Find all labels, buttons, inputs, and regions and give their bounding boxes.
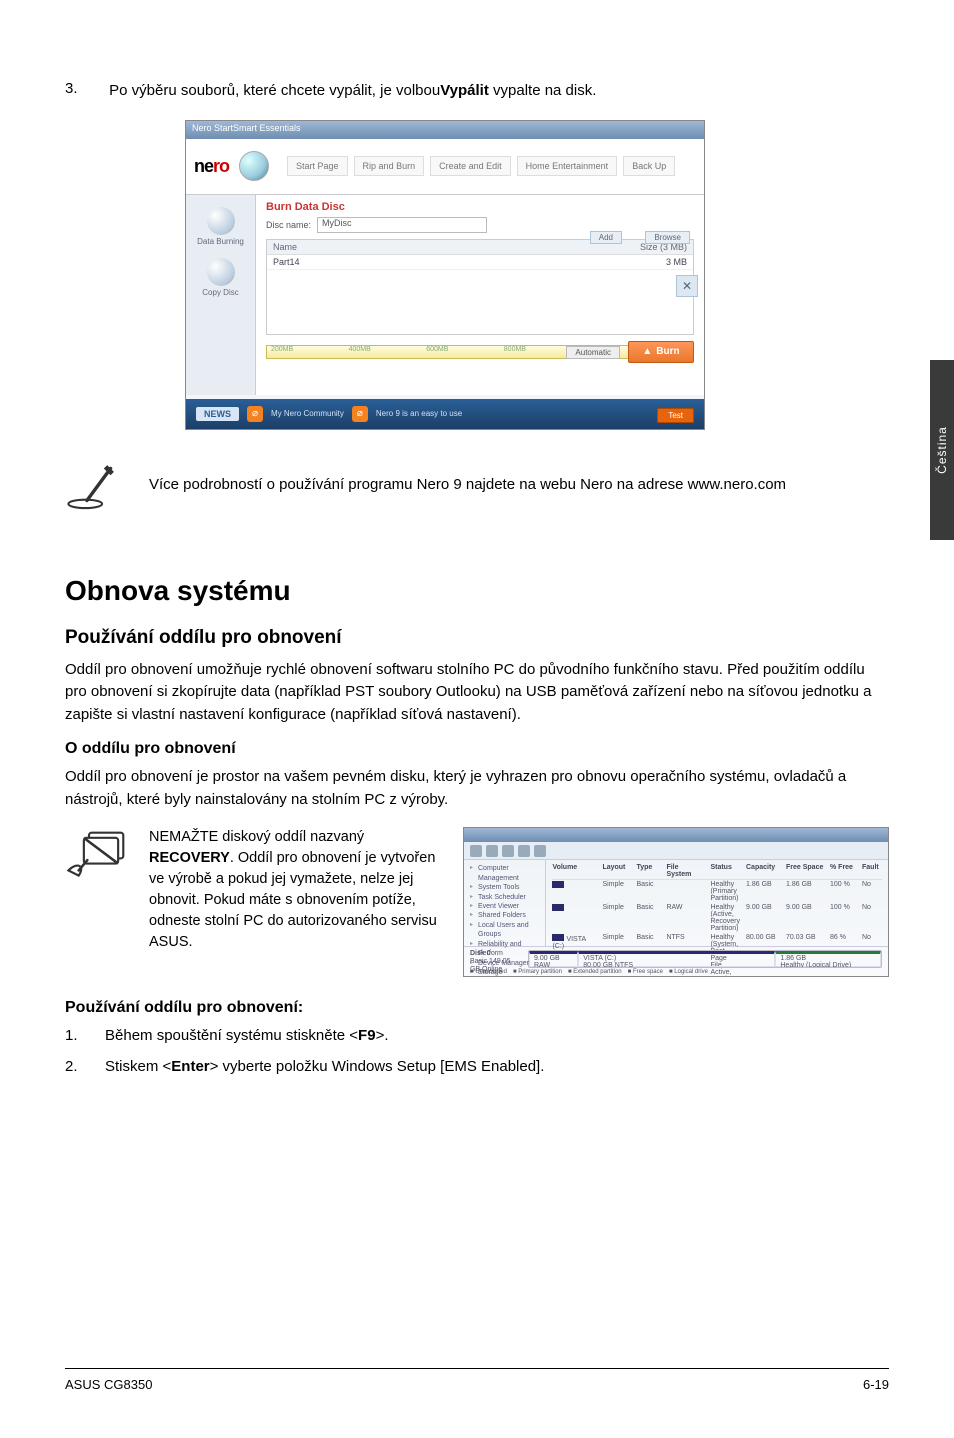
toolbar-icon xyxy=(470,845,482,857)
tree-item[interactable]: Task Scheduler xyxy=(470,893,539,902)
no-delete-icon xyxy=(65,827,125,888)
nero-logo: nero xyxy=(194,156,229,177)
warning-text: NEMAŽTE diskový oddíl nazvaný RECOVERY. … xyxy=(149,827,439,953)
nero-tab-backup[interactable]: Back Up xyxy=(623,156,675,176)
tree-item[interactable]: Shared Folders xyxy=(470,911,539,920)
toolbar-icon xyxy=(518,845,530,857)
step-3: 3. Po výběru souborů, které chcete vypál… xyxy=(65,80,889,102)
globe-icon xyxy=(239,151,269,181)
disk-management-screenshot: Computer Management System Tools Task Sc… xyxy=(463,827,889,977)
sidebar-item-data-burning[interactable]: Data Burning xyxy=(186,201,255,252)
disc-name-label: Disc name: xyxy=(266,220,311,230)
file-list[interactable]: NameSize (3 MB) Part143 MB xyxy=(266,239,694,335)
partition-segment[interactable]: VISTA (C:)80.00 GB NTFSHealthy (System, … xyxy=(578,951,775,967)
heading-pouzivani-oddilu-steps: Používání oddílu pro obnovení: xyxy=(65,999,889,1017)
nero-main-panel: ✕ Burn Data Disc Disc name: MyDisc Add B… xyxy=(256,195,704,395)
tree-item[interactable]: Device Manager xyxy=(470,959,539,968)
tree-item[interactable]: Event Viewer xyxy=(470,902,539,911)
toolbar-icon xyxy=(534,845,546,857)
heading-pouzivani-oddilu: Používání oddílu pro obnovení xyxy=(65,627,889,649)
nero-news-bar: NEWS ⌀ My Nero Community ⌀ Nero 9 is an … xyxy=(186,399,704,429)
dm-tree[interactable]: Computer Management System Tools Task Sc… xyxy=(464,860,546,946)
paragraph-about: Oddíl pro obnovení je prostor na vašem p… xyxy=(65,766,889,811)
nero-header: nero Start Page Rip and Burn Create and … xyxy=(186,139,704,195)
step-3-number: 3. xyxy=(65,80,105,97)
nero-tab-home[interactable]: Home Entertainment xyxy=(517,156,618,176)
dm-legend: ■ Unallocated ■ Primary partition ■ Exte… xyxy=(470,969,882,975)
paragraph-intro: Oddíl pro obnovení umožňuje rychlé obnov… xyxy=(65,659,889,727)
news-label: NEWS xyxy=(196,407,239,421)
sidebar-item-copy-disc[interactable]: Copy Disc xyxy=(186,252,255,303)
note-block: Více podrobností o používání programu Ne… xyxy=(65,460,889,519)
disc-icon xyxy=(207,207,235,235)
test-pill: Test xyxy=(657,408,694,423)
step-2: 2.Stiskem <Enter> vyberte položku Window… xyxy=(65,1056,889,1079)
disc-name-input[interactable]: MyDisc xyxy=(317,217,487,233)
heading-o-oddilu: O oddílu pro obnovení xyxy=(65,740,889,758)
dm-toolbar xyxy=(464,842,888,860)
rss-icon: ⌀ xyxy=(247,406,263,422)
add-button[interactable]: Add xyxy=(590,231,622,244)
drive-selector[interactable]: Automatic xyxy=(566,346,620,359)
news-item[interactable]: Nero 9 is an easy to use xyxy=(376,409,462,418)
pen-icon xyxy=(65,460,119,519)
nero-screenshot: Nero StartSmart Essentials nero Start Pa… xyxy=(185,120,705,430)
browse-button[interactable]: Browse xyxy=(645,231,690,244)
page-footer: ASUS CG8350 6-19 xyxy=(65,1368,889,1392)
heading-obnova-systemu: Obnova systému xyxy=(65,575,889,607)
rss-icon: ⌀ xyxy=(352,406,368,422)
note-text: Více podrobností o používání programu Ne… xyxy=(149,460,786,496)
burn-data-disc-heading: Burn Data Disc xyxy=(256,195,704,215)
flame-icon: ▲ xyxy=(642,346,652,357)
tree-item[interactable]: System Tools xyxy=(470,883,539,892)
footer-page-number: 6-19 xyxy=(863,1377,889,1392)
nero-tab-rip[interactable]: Rip and Burn xyxy=(354,156,425,176)
tree-item[interactable]: Computer Management xyxy=(470,864,539,883)
recovery-steps: 1.Během spouštění systému stiskněte <F9>… xyxy=(65,1025,889,1078)
close-panel-icon[interactable]: ✕ xyxy=(676,275,698,297)
nero-sidebar: Data Burning Copy Disc xyxy=(186,195,256,395)
step-1: 1.Během spouštění systému stiskněte <F9>… xyxy=(65,1025,889,1048)
disk-partition-bar: 9.00 GB RAWHealthy (Primary Partition) V… xyxy=(528,950,882,968)
tree-item[interactable]: Local Users and Groups xyxy=(470,921,539,940)
nero-tab-create[interactable]: Create and Edit xyxy=(430,156,511,176)
nero-tab-start[interactable]: Start Page xyxy=(287,156,348,176)
burn-button[interactable]: ▲Burn xyxy=(628,341,694,363)
list-item[interactable]: Part143 MB xyxy=(267,255,693,270)
dm-volume-grid: VolumeLayoutTypeFile SystemStatusCapacit… xyxy=(546,860,888,946)
toolbar-icon xyxy=(502,845,514,857)
nero-window-title: Nero StartSmart Essentials xyxy=(186,121,704,139)
news-item[interactable]: My Nero Community xyxy=(271,409,344,418)
toolbar-icon xyxy=(486,845,498,857)
dm-titlebar xyxy=(464,828,888,842)
partition-segment[interactable]: 1.86 GBHealthy (Logical Drive) xyxy=(775,951,881,967)
table-row[interactable]: SimpleBasicRAWHealthy (Active, Recovery … xyxy=(552,903,882,933)
step-3-text: Po výběru souborů, které chcete vypálit,… xyxy=(109,80,829,102)
tree-item[interactable]: Reliability and Perform xyxy=(470,940,539,959)
footer-model: ASUS CG8350 xyxy=(65,1377,152,1392)
col-name: Name xyxy=(273,242,297,252)
language-side-tab: Čeština xyxy=(930,360,954,540)
table-row[interactable]: SimpleBasicHealthy (Primary Partition)1.… xyxy=(552,880,882,903)
copy-disc-icon xyxy=(207,258,235,286)
